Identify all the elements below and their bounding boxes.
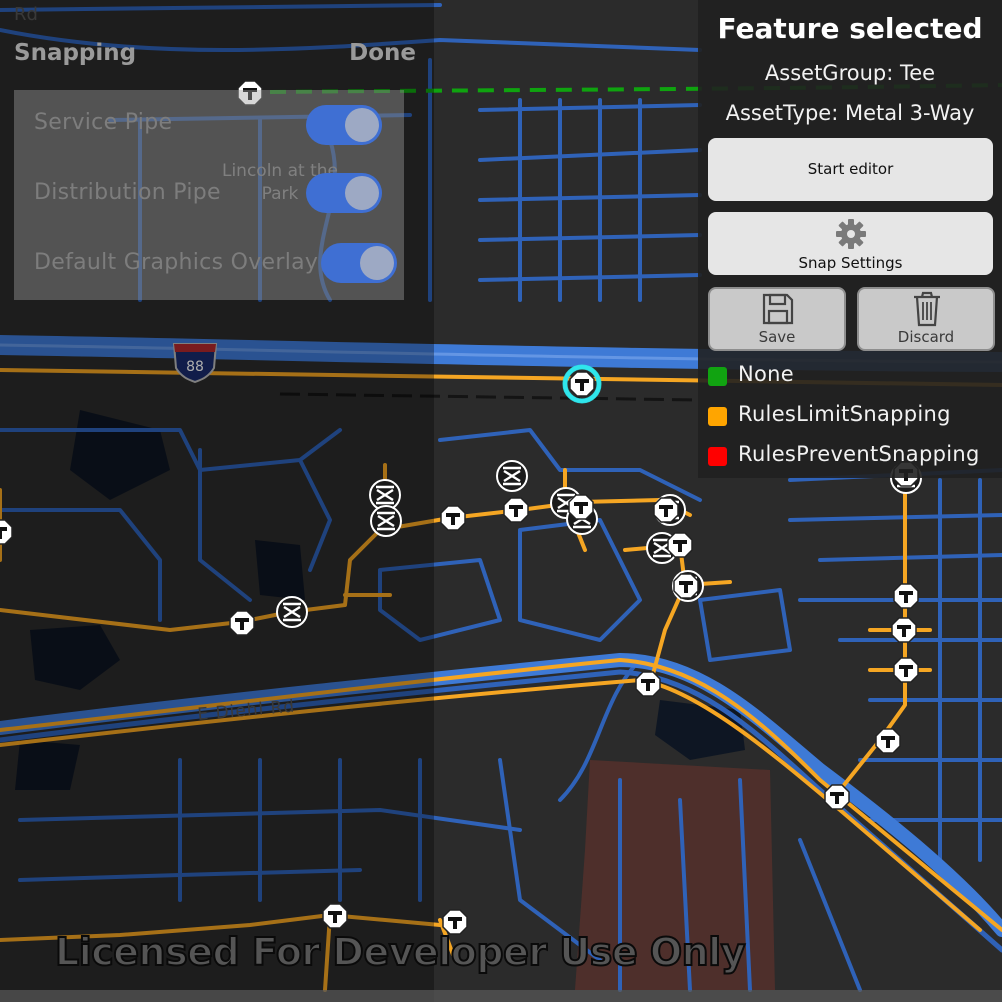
- snap-row-service-pipe: Service Pipe: [14, 100, 404, 150]
- start-editor-label: Start editor: [807, 160, 894, 178]
- toggle-knob: [345, 108, 379, 142]
- toggle-knob: [345, 176, 379, 210]
- snap-row-default-graphics-overlay: Default Graphics Overlay: [14, 240, 404, 290]
- snapping-title: Snapping: [14, 40, 137, 66]
- snap-settings-button[interactable]: Snap Settings: [708, 212, 993, 275]
- discard-button[interactable]: Discard: [857, 287, 995, 351]
- start-editor-button[interactable]: Start editor: [708, 138, 993, 201]
- distribution-pipe-toggle[interactable]: [306, 173, 382, 213]
- asset-type-label: AssetType: Metal 3-Way: [725, 101, 975, 125]
- snap-row-label: Distribution Pipe: [34, 180, 221, 205]
- default-graphics-overlay-toggle[interactable]: [321, 243, 397, 283]
- snap-row-distribution-pipe: Distribution Pipe: [14, 170, 404, 220]
- legend-label: RulesLimitSnapping: [738, 402, 951, 426]
- service-pipe-toggle[interactable]: [306, 105, 382, 145]
- done-button[interactable]: Done: [349, 40, 416, 66]
- floppy-disk-icon: [762, 293, 794, 325]
- snap-row-label: Default Graphics Overlay: [34, 250, 319, 275]
- save-label: Save: [758, 328, 796, 346]
- legend-swatch: [708, 407, 727, 426]
- feature-editor-panel: Feature selected AssetGroup: Tee AssetTy…: [698, 0, 1002, 478]
- legend-label: RulesPreventSnapping: [738, 442, 980, 466]
- discard-label: Discard: [897, 328, 955, 346]
- gear-icon: [836, 219, 866, 249]
- attribution-bar: [0, 990, 1002, 1002]
- asset-group-label: AssetGroup: Tee: [764, 61, 936, 85]
- toggle-knob: [360, 246, 394, 280]
- trash-icon: [914, 291, 940, 327]
- snap-row-label: Service Pipe: [34, 110, 173, 135]
- legend-swatch: [708, 367, 727, 386]
- save-button[interactable]: Save: [708, 287, 846, 351]
- feature-selected-title: Feature selected: [717, 12, 983, 45]
- snap-settings-label: Snap Settings: [798, 254, 903, 272]
- legend-label: None: [738, 362, 794, 386]
- developer-license-watermark: Licensed For Developer Use Only: [54, 929, 746, 975]
- snapping-header: Snapping Done: [14, 40, 416, 70]
- snap-source-list: Service Pipe Distribution Pipe Default G…: [14, 90, 404, 300]
- legend-swatch: [708, 447, 727, 466]
